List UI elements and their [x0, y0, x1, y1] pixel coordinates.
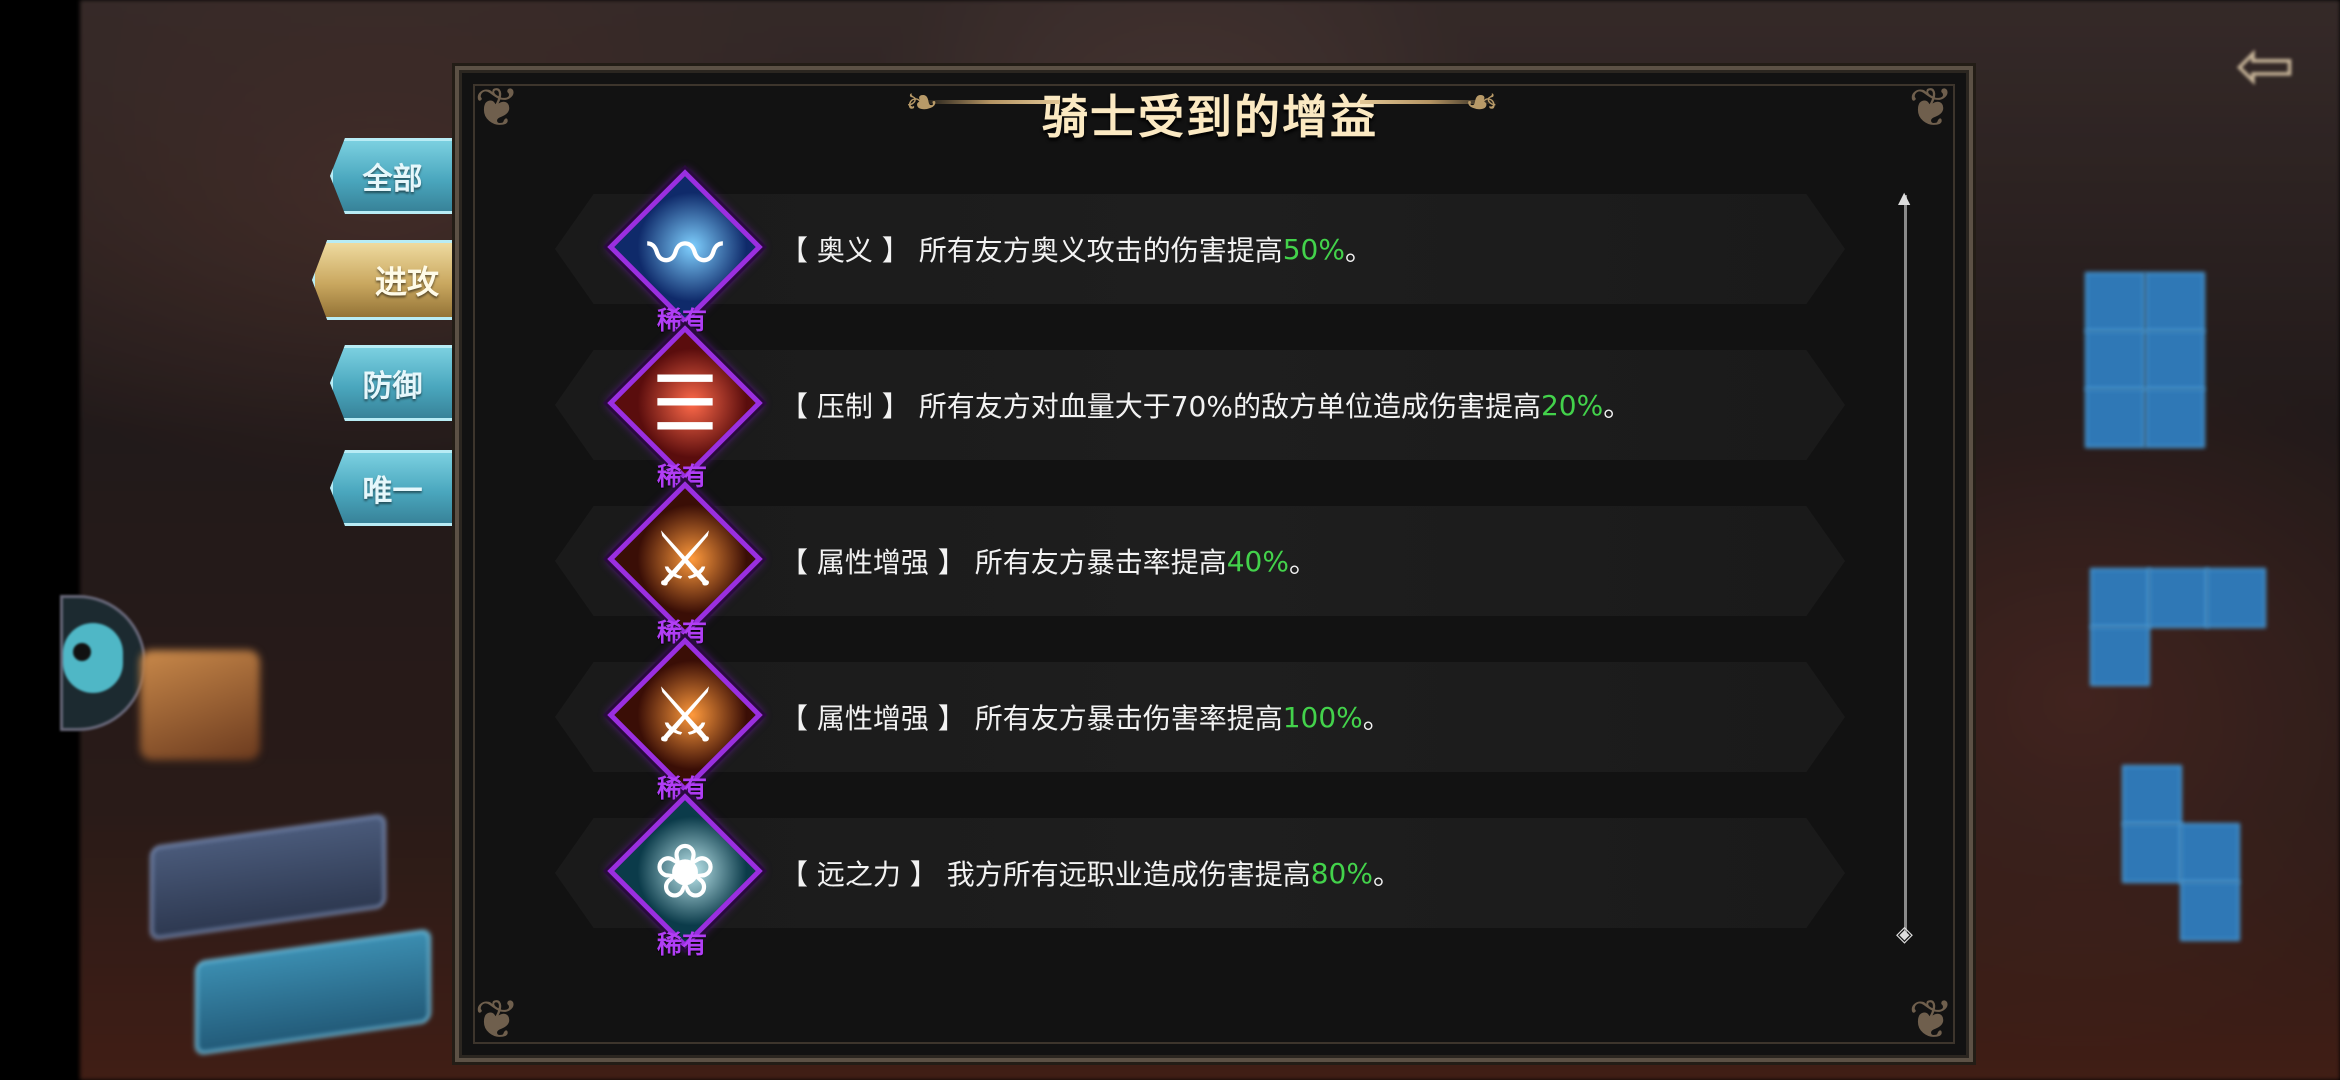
- buff-text: 我方所有远职业造成伤害提高: [937, 858, 1311, 891]
- scroll-down-indicator: ◈: [1896, 922, 1913, 947]
- buff-description: 【 远之力 】 我方所有远职业造成伤害提高 80%。: [780, 818, 1401, 928]
- buff-value: 80%: [1310, 856, 1373, 890]
- buff-description: 【 属性增强 】 所有友方暴击率提高 40%。: [780, 506, 1317, 616]
- buff-end: 。: [1603, 390, 1632, 423]
- buff-end: 。: [1288, 546, 1317, 579]
- scroll-up-indicator: ▲: [1898, 188, 1911, 207]
- buff-value: 50%: [1282, 232, 1345, 266]
- buff-text: 所有友方暴击伤害率提高: [965, 702, 1283, 735]
- buff-tag: 【 压制 】: [780, 390, 910, 423]
- buff-tag: 【 属性增强 】: [780, 702, 966, 735]
- panel-title: 骑士受到的增益: [1042, 90, 1378, 144]
- buff-description: 【 压制 】 所有友方对血量大于70%的敌方单位造成伤害提高 20%。: [780, 350, 1631, 460]
- tab-defense[interactable]: 防御: [330, 345, 455, 421]
- game-screen: { "panel": { "title": "骑士受到的增益" }, "tabs…: [0, 0, 2340, 1080]
- buff-tag: 【 属性增强 】: [780, 546, 966, 579]
- tab-all[interactable]: 全部: [330, 138, 455, 214]
- game-logo: [130, 20, 460, 140]
- corner-ornament: ❦: [474, 988, 520, 1051]
- back-arrow-icon: ⇦: [2234, 23, 2296, 107]
- title-flourish: ❧: [1465, 80, 1499, 126]
- tab-unique[interactable]: 唯一: [330, 450, 455, 526]
- buff-end: 。: [1362, 702, 1391, 735]
- scrollbar[interactable]: [1904, 195, 1907, 935]
- buff-value: 20%: [1540, 388, 1604, 422]
- buff-end: 。: [1344, 234, 1373, 267]
- buff-value: 100%: [1282, 700, 1363, 734]
- title-flourish: ❧: [905, 80, 939, 126]
- buff-value: 40%: [1226, 544, 1289, 578]
- panel-title-plate: 骑士受到的增益: [455, 74, 1965, 154]
- corner-ornament: ❦: [1908, 988, 1954, 1051]
- buff-text: 所有友方对血量大于70%的敌方单位造成伤害提高: [909, 390, 1541, 423]
- buff-text: 所有友方暴击率提高: [965, 546, 1227, 579]
- buff-description: 【 奥义 】 所有友方奥义攻击的伤害提高 50%。: [780, 194, 1373, 304]
- reward-chest-icon: [140, 650, 260, 760]
- buff-description: 【 属性增强 】 所有友方暴击伤害率提高 100%。: [780, 662, 1391, 772]
- buff-text: 所有友方奥义攻击的伤害提高: [909, 234, 1283, 267]
- buff-tag: 【 远之力 】: [780, 858, 938, 891]
- buff-tag: 【 奥义 】: [780, 234, 910, 267]
- rarity-label: 稀有: [656, 930, 707, 959]
- buff-end: 。: [1372, 858, 1401, 891]
